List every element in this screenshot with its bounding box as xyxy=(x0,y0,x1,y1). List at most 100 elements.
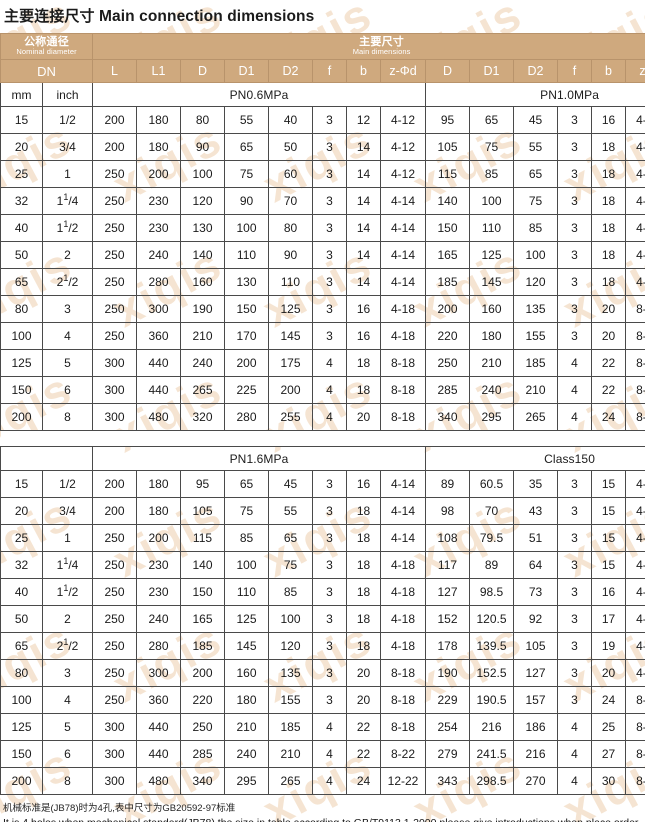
cell-rb: 18 xyxy=(591,160,626,188)
cell-rD2: 85 xyxy=(513,214,558,242)
cell-f: 4 xyxy=(312,767,347,795)
cell-rzd: 8-18 xyxy=(624,322,645,350)
cell-L: 300 xyxy=(92,713,137,741)
header-col-left-3: D1 xyxy=(224,59,269,83)
cell-inch: 4 xyxy=(42,686,93,714)
cell-rzd: 4-19 xyxy=(624,659,645,687)
cell-b: 22 xyxy=(346,740,381,768)
cell-zd: 8-18 xyxy=(380,713,426,741)
cell-D2: 100 xyxy=(268,605,313,633)
cell-b: 22 xyxy=(346,713,381,741)
cell-D: 120 xyxy=(180,187,225,215)
cell-rD: 190 xyxy=(425,659,470,687)
cell-inch: 1/2 xyxy=(42,106,93,134)
cell-rD: 89 xyxy=(425,470,470,498)
cell-zd: 4-14 xyxy=(380,214,426,242)
cell-rb: 19 xyxy=(591,632,626,660)
cell-rb: 15 xyxy=(591,497,626,525)
cell-dn: 150 xyxy=(0,376,43,404)
cell-D: 220 xyxy=(180,686,225,714)
header-main-en: Main dimensions xyxy=(352,46,411,56)
cell-rf: 3 xyxy=(557,497,592,525)
cell-rf: 3 xyxy=(557,187,592,215)
cell-inch: 6 xyxy=(42,740,93,768)
cell-rf: 4 xyxy=(557,740,592,768)
cell-rD: 340 xyxy=(425,403,470,431)
cell-rD2: 35 xyxy=(513,470,558,498)
header-col-right-3: f xyxy=(557,59,592,83)
cell-rf: 3 xyxy=(557,686,592,714)
cell-rD: 127 xyxy=(425,578,470,606)
cell-rD: 200 xyxy=(425,295,470,323)
cell-rf: 4 xyxy=(557,767,592,795)
cell-D: 200 xyxy=(180,659,225,687)
cell-rb: 24 xyxy=(591,686,626,714)
cell-L: 250 xyxy=(92,551,137,579)
cell-rD: 117 xyxy=(425,551,470,579)
cell-rD1: 139.5 xyxy=(469,632,514,660)
cell-L: 300 xyxy=(92,403,137,431)
cell-L: 300 xyxy=(92,376,137,404)
cell-D2: 60 xyxy=(268,160,313,188)
table-row: 8032503001901501253164-182001601353208-1… xyxy=(0,295,645,323)
cell-rb: 27 xyxy=(591,740,626,768)
page-content: 主要连接尺寸 Main connection dimensions 公称通径 N… xyxy=(0,0,645,822)
block-separator xyxy=(0,430,645,447)
cell-rzd: 4-15 xyxy=(624,497,645,525)
cell-f: 4 xyxy=(312,376,347,404)
cell-D1: 75 xyxy=(224,160,269,188)
table-row: 5022502401651251003184-18152120.5923174-… xyxy=(0,605,645,633)
cell-rzd: 8-18 xyxy=(624,295,645,323)
cell-rzd: 8-22 xyxy=(624,376,645,404)
cell-rb: 15 xyxy=(591,551,626,579)
cell-zd: 4-14 xyxy=(380,470,426,498)
cell-rzd: 4-18 xyxy=(624,241,645,269)
cell-D: 140 xyxy=(180,551,225,579)
cell-rb: 18 xyxy=(591,268,626,296)
cell-dn: 20 xyxy=(0,497,43,525)
cell-rD2: 127 xyxy=(513,659,558,687)
cell-dn: 200 xyxy=(0,403,43,431)
cell-f: 3 xyxy=(312,497,347,525)
header-col-left-6: b xyxy=(346,59,381,83)
header-col-right-1: D1 xyxy=(469,59,514,83)
cell-D1: 280 xyxy=(224,403,269,431)
cell-rf: 3 xyxy=(557,551,592,579)
cell-D1: 210 xyxy=(224,713,269,741)
cell-L1: 440 xyxy=(136,713,181,741)
cell-b: 14 xyxy=(346,133,381,161)
cell-zd: 12-22 xyxy=(380,767,426,795)
cell-D: 150 xyxy=(180,578,225,606)
cell-D1: 170 xyxy=(224,322,269,350)
cell-L1: 440 xyxy=(136,376,181,404)
standard-left-1: PN1.6MPa xyxy=(92,446,426,471)
cell-rzd: 4-19 xyxy=(624,605,645,633)
cell-D: 100 xyxy=(180,160,225,188)
cell-L1: 300 xyxy=(136,295,181,323)
cell-rD2: 55 xyxy=(513,133,558,161)
cell-inch: 1/2 xyxy=(42,470,93,498)
cell-dn: 40 xyxy=(0,578,43,606)
cell-f: 3 xyxy=(312,160,347,188)
header-col-left-7: z-Φd xyxy=(380,59,426,83)
cell-f: 3 xyxy=(312,133,347,161)
cell-rD: 279 xyxy=(425,740,470,768)
cell-dn: 40 xyxy=(0,214,43,242)
cell-zd: 4-14 xyxy=(380,187,426,215)
cell-rD2: 270 xyxy=(513,767,558,795)
cell-D1: 200 xyxy=(224,349,269,377)
cell-f: 4 xyxy=(312,713,347,741)
cell-L1: 360 xyxy=(136,322,181,350)
cell-rb: 24 xyxy=(591,403,626,431)
cell-L: 250 xyxy=(92,295,137,323)
cell-rD1: 180 xyxy=(469,322,514,350)
cell-b: 18 xyxy=(346,605,381,633)
cell-L: 250 xyxy=(92,160,137,188)
cell-rD1: 85 xyxy=(469,160,514,188)
cell-L: 250 xyxy=(92,578,137,606)
cell-L: 250 xyxy=(92,605,137,633)
cell-f: 3 xyxy=(312,241,347,269)
cell-L1: 180 xyxy=(136,497,181,525)
cell-f: 3 xyxy=(312,578,347,606)
cell-rf: 3 xyxy=(557,605,592,633)
